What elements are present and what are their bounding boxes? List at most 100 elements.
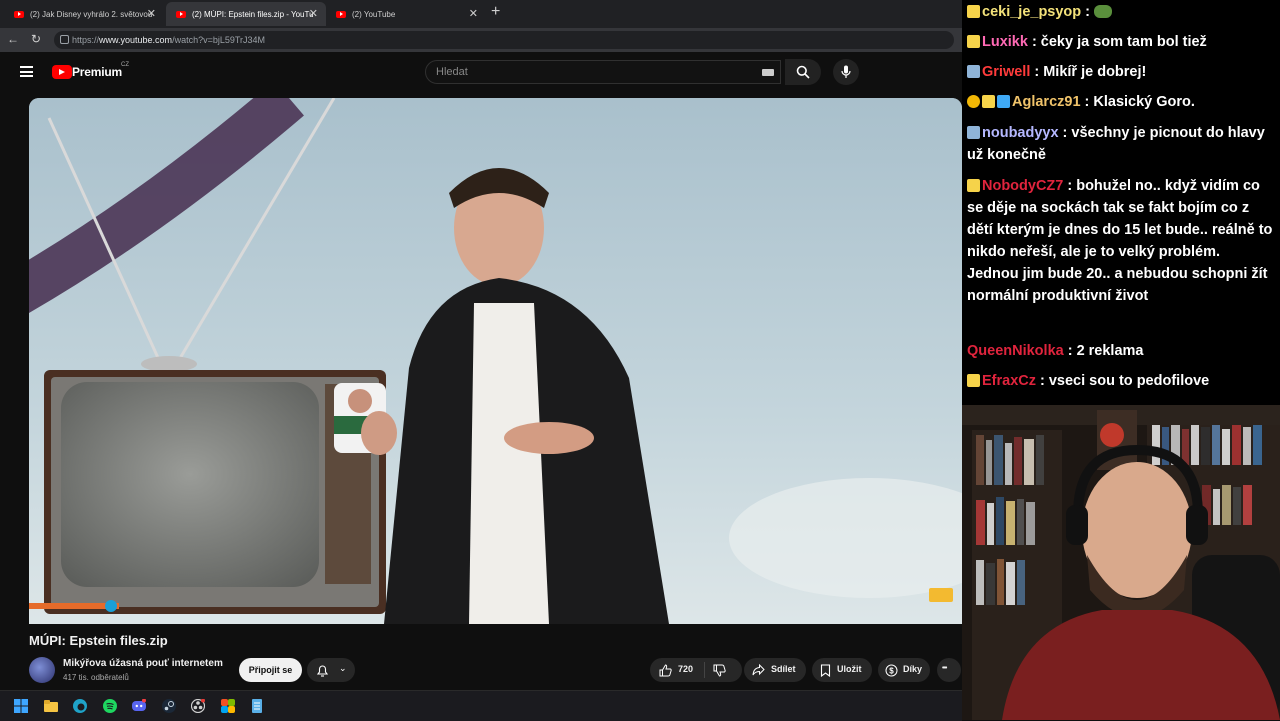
reload-button[interactable]: ↻ xyxy=(31,32,41,46)
obs-icon[interactable] xyxy=(191,699,205,713)
like-dislike-group: 720 xyxy=(650,658,742,682)
pin-badge-icon xyxy=(967,35,980,48)
webcam-image xyxy=(962,405,1280,720)
youtube-favicon-icon xyxy=(176,10,186,18)
chat-message: NobodyCZ7: bohužel no.. když vidím co se… xyxy=(967,178,1273,304)
url-host: www.youtube.com xyxy=(99,35,173,45)
search-icon xyxy=(796,65,810,79)
file-explorer-icon[interactable] xyxy=(44,699,58,713)
notepad-icon[interactable] xyxy=(250,699,264,713)
chat-username[interactable]: QueenNikolka xyxy=(967,343,1064,359)
chat-text: 2 reklama xyxy=(1076,343,1144,359)
nav-bar: ← ↻ https://www.youtube.com/watch?v=bjL5… xyxy=(0,28,962,52)
pin-badge-icon xyxy=(982,95,995,108)
subscriber-count: 417 tis. odběratelů xyxy=(63,673,129,682)
spotify-icon[interactable] xyxy=(103,699,117,713)
chevron-down-icon: ⌄ xyxy=(339,663,347,673)
chat-username[interactable]: noubadyyx xyxy=(982,125,1059,141)
chat-text: bohužel no.. když vidím co se děje na so… xyxy=(967,178,1273,304)
pin-badge-icon xyxy=(967,179,980,192)
chat-message: Luxikk: čeky ja som tam bol tiež xyxy=(967,31,1275,53)
youtube-favicon-icon xyxy=(14,10,24,18)
share-icon xyxy=(752,664,765,676)
close-tab-icon[interactable]: ✕ xyxy=(147,7,156,20)
voice-search-button[interactable] xyxy=(833,59,859,85)
thumbs-down-icon[interactable] xyxy=(713,664,726,677)
video-player[interactable] xyxy=(29,98,962,624)
color-app-icon[interactable] xyxy=(221,699,235,713)
region-code: CZ xyxy=(121,62,129,68)
video-frame xyxy=(29,98,962,624)
youtube-logo-icon[interactable] xyxy=(52,65,72,79)
chat-username[interactable]: Aglarcz91 xyxy=(1012,94,1081,110)
chat-message: Griwell: Mikíř je dobrej! xyxy=(967,61,1275,83)
site-info-icon[interactable] xyxy=(60,35,69,44)
search-button[interactable] xyxy=(785,59,821,85)
tab-label: (2) Jak Disney vyhrálo 2. světovou xyxy=(30,9,153,19)
channel-avatar[interactable] xyxy=(29,657,55,683)
chat-text: vseci sou to pedofilove xyxy=(1048,373,1210,389)
discord-icon[interactable] xyxy=(132,699,146,713)
chat-message: EfraxCz: vseci sou to pedofilove xyxy=(967,370,1275,392)
gem-badge-icon xyxy=(967,126,980,139)
chat-username[interactable]: EfraxCz xyxy=(982,373,1036,389)
close-tab-icon[interactable]: ✕ xyxy=(469,7,478,20)
back-button[interactable]: ← xyxy=(7,32,19,46)
more-actions-button[interactable]: ••• xyxy=(937,658,961,682)
chat-username[interactable]: Luxikk xyxy=(982,34,1028,50)
like-count[interactable]: 720 xyxy=(678,664,693,674)
gem-badge-icon xyxy=(967,65,980,78)
windows-taskbar xyxy=(0,690,962,721)
chat-text: Klasický Goro. xyxy=(1093,94,1195,110)
save-label: Uložit xyxy=(837,664,862,674)
tab-mupi[interactable]: (2) MÚPI: Epstein files.zip - YouTube ✕ xyxy=(166,2,326,26)
thanks-icon: $ xyxy=(885,664,898,677)
youtube-brand[interactable]: Premium xyxy=(72,65,122,79)
bell-icon xyxy=(316,665,329,677)
stream-chat: ceki_je_psyop: Luxikk: čeky ja som tam b… xyxy=(962,0,1280,405)
search-box xyxy=(425,60,781,84)
url-path: /watch?v=bjL59TrJ34M xyxy=(172,35,266,45)
browser-window: (2) Jak Disney vyhrálo 2. světovou ✕ (2)… xyxy=(0,0,962,690)
notifications-button[interactable]: ⌄ xyxy=(307,658,355,682)
chat-text: Mikíř je dobrej! xyxy=(1043,64,1147,80)
tab-label: (2) YouTube xyxy=(352,9,396,19)
coin-badge-icon xyxy=(967,95,980,108)
join-button[interactable]: Připojit se xyxy=(239,658,302,682)
cube-badge-icon xyxy=(997,95,1010,108)
thanks-button[interactable]: $ Díky xyxy=(878,658,930,682)
url-text: https://www.youtube.com/watch?v=bjL59TrJ… xyxy=(72,35,265,45)
new-tab-button[interactable]: + xyxy=(491,3,500,21)
save-button[interactable]: Uložit xyxy=(812,658,872,682)
keyboard-icon[interactable] xyxy=(762,69,774,76)
share-button[interactable]: Sdílet xyxy=(744,658,806,682)
tab-youtube[interactable]: (2) YouTube ✕ xyxy=(326,2,486,26)
youtube-favicon-icon xyxy=(336,10,346,18)
share-label: Sdílet xyxy=(771,664,796,674)
tab-bar: (2) Jak Disney vyhrálo 2. světovou ✕ (2)… xyxy=(0,0,962,28)
chat-username[interactable]: NobodyCZ7 xyxy=(982,178,1063,194)
webcam-feed xyxy=(962,405,1280,720)
tab-disney[interactable]: (2) Jak Disney vyhrálo 2. světovou ✕ xyxy=(4,2,164,26)
chat-message: Aglarcz91: Klasický Goro. xyxy=(967,91,1275,113)
search-input[interactable] xyxy=(434,65,738,79)
steam-icon[interactable] xyxy=(162,699,176,713)
chat-message: noubadyyx: všechny je picnout do hlavy u… xyxy=(967,125,1265,163)
like-divider xyxy=(704,662,705,678)
video-title: MÚPI: Epstein files.zip xyxy=(29,633,168,648)
more-icon: ••• xyxy=(942,665,947,672)
chat-username[interactable]: Griwell xyxy=(982,64,1030,80)
chat-username[interactable]: ceki_je_psyop xyxy=(982,4,1081,20)
youtube-header: Premium CZ xyxy=(0,52,962,92)
hamburger-menu-icon[interactable] xyxy=(20,66,33,77)
close-tab-icon[interactable]: ✕ xyxy=(309,7,318,20)
pin-badge-icon xyxy=(967,374,980,387)
pin-badge-icon xyxy=(967,5,980,18)
windows-start-icon[interactable] xyxy=(14,699,28,713)
channel-name[interactable]: Mikýřova úžasná pouť internetem xyxy=(63,658,223,669)
edge-browser-icon[interactable] xyxy=(73,699,87,713)
chat-text: čeky ja som tam bol tiež xyxy=(1040,34,1207,50)
frog-emote-icon xyxy=(1094,5,1113,18)
thumbs-up-icon[interactable] xyxy=(659,664,672,677)
address-bar[interactable]: https://www.youtube.com/watch?v=bjL59TrJ… xyxy=(54,31,954,49)
